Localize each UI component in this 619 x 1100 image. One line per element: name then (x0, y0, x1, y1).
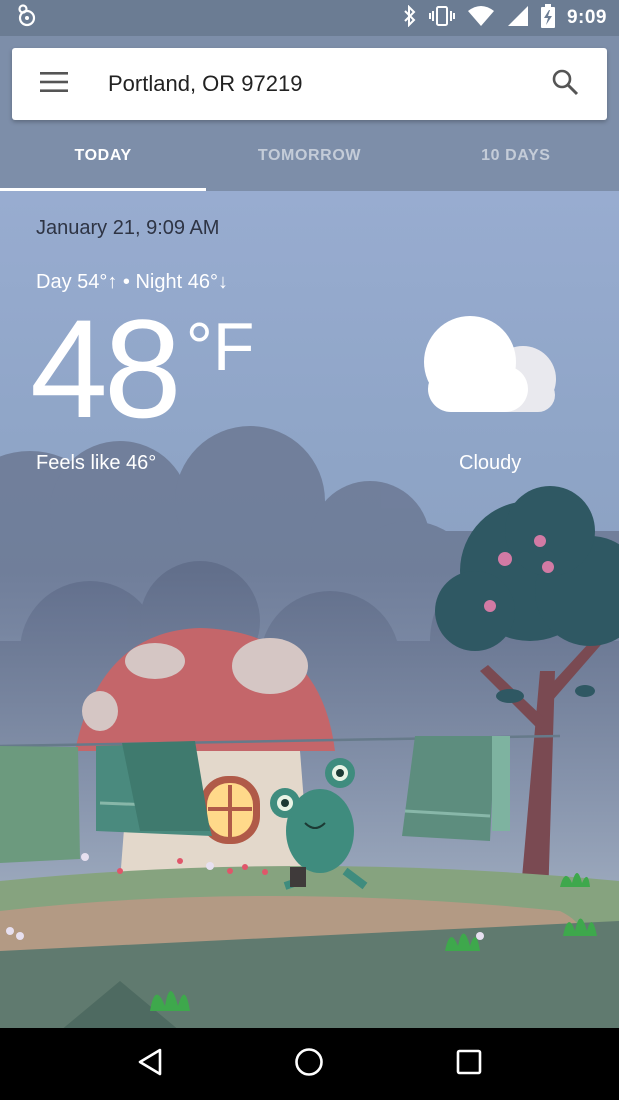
cloud-icon (420, 316, 565, 421)
search-icon (551, 68, 579, 101)
tab-bar: TODAY TOMORROW 10 DAYS (0, 120, 619, 191)
date-time-text: January 21, 9:09 AM (36, 217, 220, 239)
search-bar: Portland, OR 97219 (12, 48, 607, 120)
menu-icon (40, 71, 68, 97)
location-text[interactable]: Portland, OR 97219 (96, 71, 523, 97)
status-right: 9:09 (403, 3, 607, 33)
status-left (14, 3, 40, 34)
current-temperature: 48 °F (30, 299, 254, 439)
home-button[interactable] (279, 1034, 339, 1094)
signal-icon (507, 5, 529, 32)
back-button[interactable] (120, 1034, 180, 1094)
bluetooth-icon (403, 4, 417, 32)
temperature-value: 48 (30, 290, 182, 447)
home-icon (294, 1047, 324, 1082)
tab-10-days[interactable]: 10 DAYS (413, 120, 619, 191)
navigation-bar (0, 1028, 619, 1100)
back-icon (137, 1048, 163, 1081)
recents-icon (456, 1049, 482, 1080)
feels-like-text: Feels like 46° (36, 452, 157, 474)
tab-today[interactable]: TODAY (0, 120, 207, 191)
menu-button[interactable] (12, 48, 96, 120)
notification-icon (14, 3, 40, 34)
recents-button[interactable] (439, 1034, 499, 1094)
condition-text: Cloudy (459, 452, 522, 474)
app-header: Portland, OR 97219 TODAY TOMORROW 10 DAY… (0, 36, 619, 191)
weather-panel[interactable]: January 21, 9:09 AM Day 54°↑ • Night 46°… (0, 191, 619, 1028)
status-bar: 9:09 (0, 0, 619, 36)
status-time: 9:09 (566, 7, 607, 28)
tab-tomorrow[interactable]: TOMORROW (206, 120, 412, 191)
wifi-icon (467, 5, 495, 32)
search-button[interactable] (523, 48, 607, 120)
vibrate-icon (428, 5, 455, 32)
battery-charging-icon (540, 3, 555, 33)
temperature-unit: °F (185, 309, 255, 385)
